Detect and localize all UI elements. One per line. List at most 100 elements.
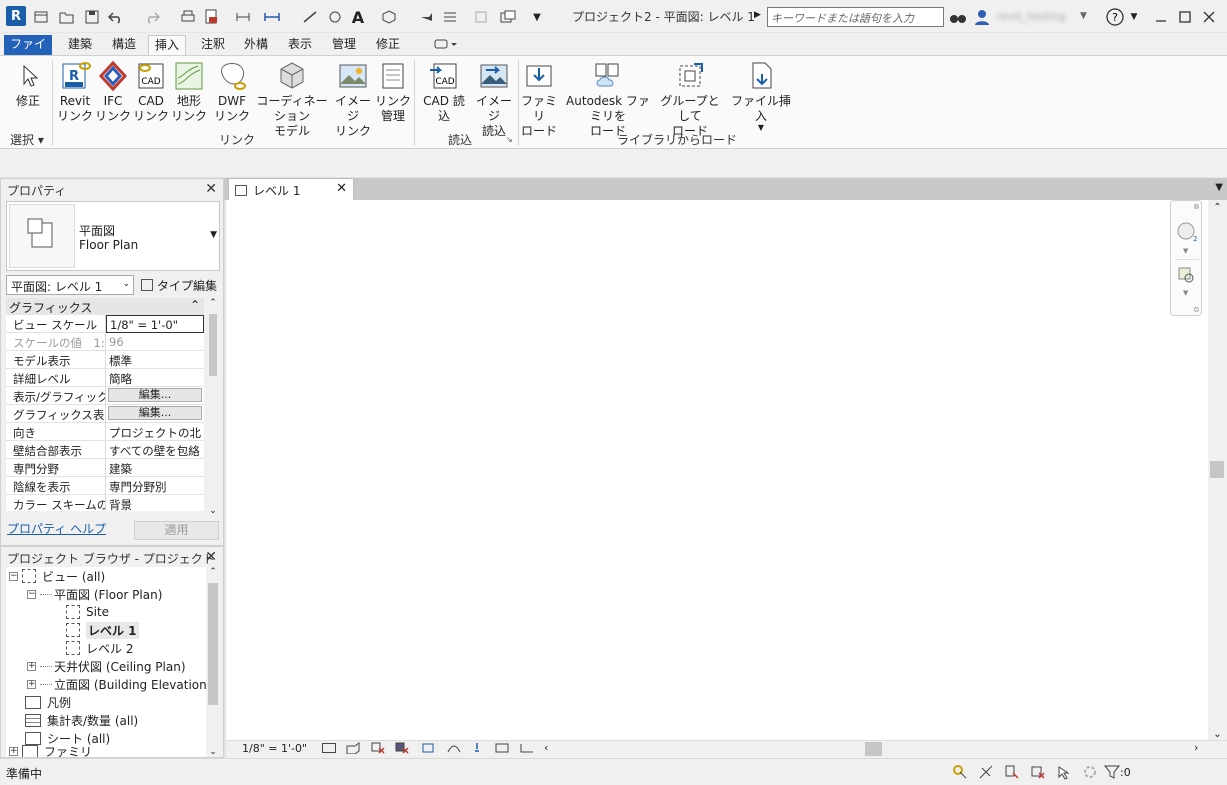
search-input[interactable]: キーワードまたは語句を入力: [767, 7, 944, 27]
revit-link-button[interactable]: R Revit リンク: [56, 60, 94, 124]
text-icon[interactable]: A: [349, 8, 367, 27]
prop-row-color-scheme[interactable]: カラー スキームの...背景: [6, 495, 204, 511]
browser-scrollbar[interactable]: ⌃ ⌄: [207, 567, 219, 757]
scroll-right-icon[interactable]: ›: [1194, 741, 1198, 754]
shadows-icon[interactable]: [395, 742, 409, 757]
prop-row-wall-join[interactable]: 壁結合部表示 すべての壁を包絡: [6, 441, 204, 459]
scroll-down-icon[interactable]: ⌄: [207, 506, 219, 516]
tree-level-2[interactable]: レベル 2: [66, 639, 133, 657]
collapse-toggle-icon[interactable]: −: [27, 589, 36, 599]
prop-row-discipline[interactable]: 専門分野 建築: [6, 459, 204, 477]
tree-families[interactable]: + ファミリ: [9, 745, 92, 757]
scroll-up-icon[interactable]: ⌃: [1208, 202, 1227, 213]
topography-link-button[interactable]: 地形 リンク: [171, 60, 207, 124]
app-menu-button[interactable]: R: [6, 6, 26, 26]
scroll-down-icon[interactable]: ⌄: [1208, 729, 1227, 740]
view-vertical-scrollbar[interactable]: ⌃ ⌄: [1208, 200, 1227, 740]
align-icon[interactable]: [301, 8, 319, 26]
expand-toggle-icon[interactable]: +: [27, 679, 36, 689]
scroll-up-icon[interactable]: ⌃: [207, 298, 219, 308]
section-icon[interactable]: [417, 8, 435, 26]
maximize-icon[interactable]: [1176, 8, 1194, 26]
save-icon[interactable]: [83, 8, 101, 26]
close-view-tab-icon[interactable]: ✕: [336, 181, 347, 196]
prop-row-detail-level[interactable]: 詳細レベル 簡略: [6, 369, 204, 387]
drawing-canvas[interactable]: [226, 200, 1208, 740]
close-browser-icon[interactable]: ✕: [205, 549, 217, 565]
scroll-left-icon[interactable]: ‹: [544, 741, 548, 754]
tab-modify[interactable]: 修正: [370, 35, 406, 55]
close-window-icon[interactable]: [1200, 8, 1218, 26]
tab-structure[interactable]: 構造: [106, 35, 142, 55]
sun-path-icon[interactable]: [371, 742, 385, 757]
close-hidden-icon[interactable]: [473, 8, 491, 26]
prop-row-graphic-display[interactable]: グラフィックス表... 編集...: [6, 405, 204, 423]
prop-row-hidden-lines[interactable]: 陰線を表示 専門分野別: [6, 477, 204, 495]
reveal-hidden-icon[interactable]: [494, 742, 510, 757]
crop-view-icon[interactable]: [420, 742, 436, 757]
tab-menu-chevron-icon[interactable]: ▼: [1215, 182, 1223, 193]
prop-row-display-model[interactable]: モデル表示 標準: [6, 351, 204, 369]
minimize-icon[interactable]: [1152, 8, 1170, 26]
binoculars-icon[interactable]: [949, 8, 967, 26]
apply-button[interactable]: 適用: [134, 521, 219, 540]
expand-search-icon[interactable]: ▶: [754, 10, 761, 20]
select-pinned-icon[interactable]: [1004, 764, 1020, 783]
properties-scrollbar[interactable]: ⌃ ⌄: [207, 298, 219, 516]
image-link-button[interactable]: イメージ リンク: [333, 60, 373, 139]
thin-lines-icon[interactable]: [441, 8, 459, 26]
tab-file[interactable]: ファイル: [4, 35, 52, 70]
scroll-up-icon[interactable]: ⌃: [207, 567, 219, 577]
view-scale-button[interactable]: 1/8" = 1'-0": [242, 742, 307, 755]
user-name[interactable]: revit_testing: [997, 10, 1066, 23]
graphics-section-header[interactable]: グラフィックス ⌃: [6, 298, 204, 315]
help-icon[interactable]: ?: [1106, 8, 1124, 26]
analytical-model-icon[interactable]: [519, 742, 535, 757]
dialog-launcher-icon[interactable]: ↘: [506, 135, 513, 144]
collapse-toggle-icon[interactable]: −: [9, 571, 18, 581]
tab-view[interactable]: 表示: [282, 35, 318, 55]
scroll-thumb[interactable]: [208, 583, 218, 705]
edit-visibility-button[interactable]: 編集...: [108, 388, 202, 402]
print-icon[interactable]: [179, 8, 197, 26]
zoom-region-icon[interactable]: [1178, 267, 1196, 288]
help-chevron-icon[interactable]: ▼: [1125, 8, 1143, 26]
select-by-face-icon[interactable]: [1030, 764, 1046, 783]
cad-link-button[interactable]: CAD CAD リンク: [133, 60, 169, 124]
insert-from-file-button[interactable]: ファイル挿入 ▼: [729, 60, 793, 132]
tab-architecture[interactable]: 建築: [62, 35, 98, 55]
undo-icon[interactable]: [107, 8, 125, 26]
tree-ceiling-plans[interactable]: + 天井伏図 (Ceiling Plan): [27, 657, 186, 675]
wheel-chevron-icon[interactable]: ▼: [1183, 247, 1188, 255]
tab-manage[interactable]: 管理: [326, 35, 362, 55]
prop-row-view-scale[interactable]: ビュー スケール 1/8" = 1'-0": [6, 315, 204, 333]
switch-windows-icon[interactable]: [499, 8, 517, 26]
tree-legends[interactable]: 凡例: [25, 693, 71, 711]
open-icon[interactable]: [58, 8, 76, 26]
background-process-icon[interactable]: [1082, 764, 1098, 783]
tree-level-1[interactable]: レベル 1: [66, 621, 139, 639]
coordination-model-button[interactable]: コーディネーション モデル: [253, 60, 331, 139]
filter-icon[interactable]: [1103, 764, 1121, 783]
tree-elevations[interactable]: + 立面図 (Building Elevation): [27, 675, 206, 693]
navbar-options-icon[interactable]: ⊜: [1193, 305, 1200, 314]
prop-row-orientation[interactable]: 向き プロジェクトの北: [6, 423, 204, 441]
steering-wheel-2d-icon[interactable]: 2D: [1176, 221, 1203, 246]
scroll-down-icon[interactable]: ⌄: [207, 747, 219, 757]
tag-icon[interactable]: [325, 8, 343, 26]
zoom-chevron-icon[interactable]: ▼: [1183, 289, 1188, 297]
show-crop-icon[interactable]: [446, 742, 462, 757]
import-cad-button[interactable]: CAD CAD 読込: [418, 60, 470, 124]
customize-qat-icon[interactable]: ▼: [528, 8, 546, 26]
view-tab-level-1[interactable]: レベル 1 ✕: [228, 178, 354, 200]
3d-view-icon[interactable]: [380, 8, 398, 26]
close-navbar-icon[interactable]: ⊗: [1193, 202, 1200, 211]
user-menu-chevron-icon[interactable]: ▼: [1080, 11, 1087, 21]
drag-elements-icon[interactable]: [1056, 764, 1072, 783]
ribbon-minimize-icon[interactable]: [428, 37, 464, 57]
tree-site[interactable]: Site: [66, 603, 109, 621]
import-image-button[interactable]: イメージ 読込: [474, 60, 514, 139]
redo-icon[interactable]: [143, 8, 161, 26]
measure-icon[interactable]: [234, 8, 252, 26]
scroll-thumb[interactable]: [209, 314, 217, 376]
